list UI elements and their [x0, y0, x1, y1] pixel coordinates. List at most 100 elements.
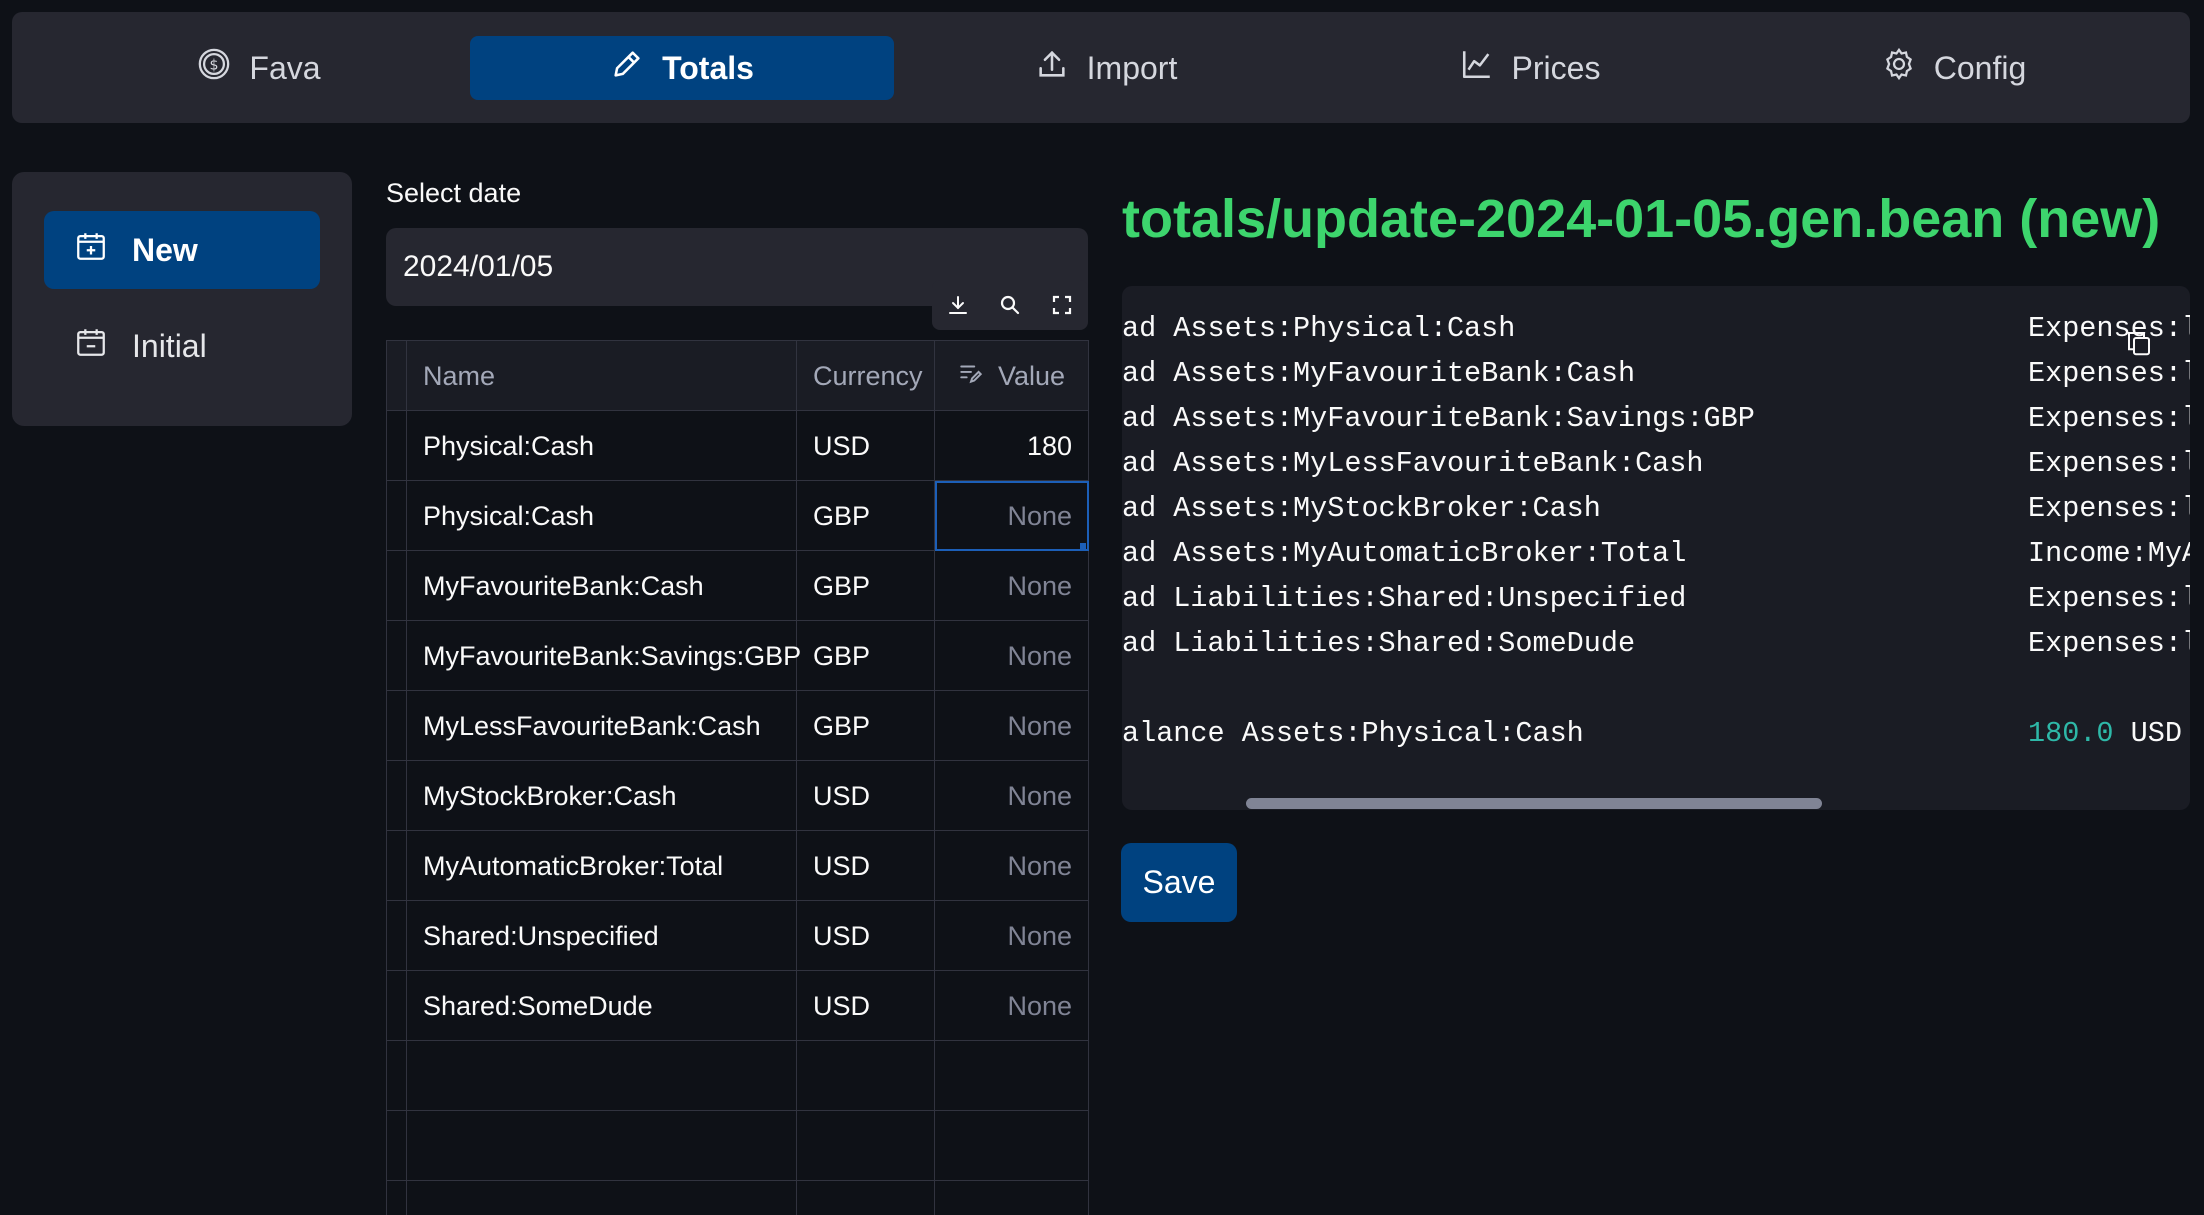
download-icon[interactable] [946, 293, 970, 317]
code-line-right: Expenses:l [2028, 582, 2190, 615]
code-line-left: ad Assets:MyFavouriteBank:Savings:GBP [1122, 402, 1755, 435]
cell-name[interactable]: Shared:Unspecified [407, 901, 797, 971]
code-line-left: ad Assets:MyAutomaticBroker:Total [1122, 537, 1687, 570]
sidebar-item-label: New [132, 231, 198, 268]
row-marker[interactable] [387, 621, 407, 691]
empty-cell[interactable] [407, 1111, 797, 1181]
cell-name[interactable]: MyFavouriteBank:Cash [407, 551, 797, 621]
row-marker[interactable] [387, 831, 407, 901]
code-line-right: Expenses:l [2028, 627, 2190, 660]
pencil-icon [610, 47, 644, 89]
empty-table-row[interactable] [387, 1041, 1089, 1111]
cell-currency[interactable]: GBP [797, 691, 935, 761]
line-chart-icon [1460, 47, 1494, 89]
nav-item-label: Fava [249, 49, 321, 86]
code-line-right: Expenses:l [2028, 492, 2190, 525]
empty-cell[interactable] [935, 1181, 1089, 1215]
cell-value[interactable]: 180 [935, 411, 1089, 481]
code-line-left: ad Assets:MyLessFavouriteBank:Cash [1122, 447, 1704, 480]
row-marker[interactable] [387, 481, 407, 551]
empty-cell[interactable] [407, 1181, 797, 1215]
sidebar: New Initial [12, 172, 352, 426]
sidebar-item-new[interactable]: New [44, 211, 320, 289]
empty-cell[interactable] [387, 1111, 407, 1181]
row-marker[interactable] [387, 411, 407, 481]
cell-currency[interactable]: USD [797, 411, 935, 481]
row-marker[interactable] [387, 691, 407, 761]
nav-item-totals[interactable]: Totals [470, 36, 894, 100]
empty-cell[interactable] [797, 1041, 935, 1111]
nav-item-config[interactable]: Config [1742, 36, 2166, 100]
cell-currency[interactable]: USD [797, 901, 935, 971]
gear-icon [1882, 47, 1916, 89]
cell-value[interactable]: None [935, 481, 1089, 551]
cell-currency[interactable]: USD [797, 971, 935, 1041]
table-row: MyFavouriteBank:Savings:GBP GBP None [387, 621, 1089, 691]
nav-item-fava[interactable]: $ Fava [47, 36, 471, 100]
calendar-minus-icon [74, 325, 108, 367]
code-line-left: ad Assets:MyStockBroker:Cash [1122, 492, 1601, 525]
code-line-right: Expenses:l [2028, 402, 2190, 435]
table-row: MyLessFavouriteBank:Cash GBP None [387, 691, 1089, 761]
column-header-label: Value [997, 360, 1066, 391]
table-header-row: Name Currency Value [387, 341, 1089, 411]
cell-name[interactable]: Physical:Cash [407, 411, 797, 481]
row-marker[interactable] [387, 901, 407, 971]
empty-cell[interactable] [935, 1111, 1089, 1181]
column-header-currency[interactable]: Currency [797, 341, 935, 411]
table-row: MyFavouriteBank:Cash GBP None [387, 551, 1089, 621]
cell-name[interactable]: Shared:SomeDude [407, 971, 797, 1041]
horizontal-scrollbar[interactable] [1246, 798, 1822, 809]
dollar-circle-icon: $ [197, 47, 231, 89]
code-line-right: Expenses:l [2028, 447, 2190, 480]
sidebar-item-label: Initial [132, 327, 207, 364]
sidebar-item-initial[interactable]: Initial [44, 307, 320, 385]
search-icon[interactable] [998, 293, 1022, 317]
code-preview: ad Assets:Physical:Cash Expenses:l ad Asse… [1122, 286, 2190, 810]
top-navigation: $ Fava Totals Import Prices Config [12, 12, 2190, 123]
empty-cell[interactable] [797, 1111, 935, 1181]
cell-name[interactable]: MyAutomaticBroker:Total [407, 831, 797, 901]
code-line-left: ad Liabilities:Shared:SomeDude [1122, 627, 1636, 660]
copy-icon[interactable] [2124, 328, 2154, 363]
nav-item-prices[interactable]: Prices [1318, 36, 1742, 100]
cell-name[interactable]: Physical:Cash [407, 481, 797, 551]
code-line-left: alance Assets:Physical:Cash [1122, 717, 1584, 750]
cell-currency[interactable]: GBP [797, 551, 935, 621]
code-amount: 180.0 [2028, 717, 2114, 750]
cell-value[interactable]: None [935, 621, 1089, 691]
row-marker[interactable] [387, 761, 407, 831]
cell-currency[interactable]: GBP [797, 481, 935, 551]
column-header-name[interactable]: Name [407, 341, 797, 411]
empty-cell[interactable] [407, 1041, 797, 1111]
cell-name[interactable]: MyLessFavouriteBank:Cash [407, 691, 797, 761]
code-line-left: ad Assets:MyFavouriteBank:Cash [1122, 357, 1636, 390]
cell-value[interactable]: None [935, 761, 1089, 831]
cell-value[interactable]: None [935, 901, 1089, 971]
fullscreen-icon[interactable] [1050, 293, 1074, 317]
cell-name[interactable]: MyStockBroker:Cash [407, 761, 797, 831]
cell-value[interactable]: None [935, 971, 1089, 1041]
column-header-value[interactable]: Value [935, 341, 1089, 411]
empty-cell[interactable] [387, 1181, 407, 1215]
code-line-right: Expenses:l [2028, 357, 2190, 390]
cell-value[interactable]: None [935, 691, 1089, 761]
empty-cell[interactable] [797, 1181, 935, 1215]
empty-table-row[interactable] [387, 1111, 1089, 1181]
row-marker[interactable] [387, 971, 407, 1041]
cell-value[interactable]: None [935, 551, 1089, 621]
empty-cell[interactable] [387, 1041, 407, 1111]
cell-currency[interactable]: USD [797, 831, 935, 901]
empty-table-row[interactable] [387, 1181, 1089, 1215]
row-marker[interactable] [387, 551, 407, 621]
save-button[interactable]: Save [1121, 843, 1237, 922]
empty-cell[interactable] [935, 1041, 1089, 1111]
code-line-right: 180.0 USD [2028, 717, 2182, 761]
cell-currency[interactable]: USD [797, 761, 935, 831]
code-line-right: Expenses:l [2028, 312, 2190, 345]
nav-item-import[interactable]: Import [894, 36, 1318, 100]
cell-value[interactable]: None [935, 831, 1089, 901]
cell-name[interactable]: MyFavouriteBank:Savings:GBP [407, 621, 801, 691]
nav-item-label: Import [1086, 49, 1178, 86]
cell-currency[interactable]: GBP [797, 621, 935, 691]
